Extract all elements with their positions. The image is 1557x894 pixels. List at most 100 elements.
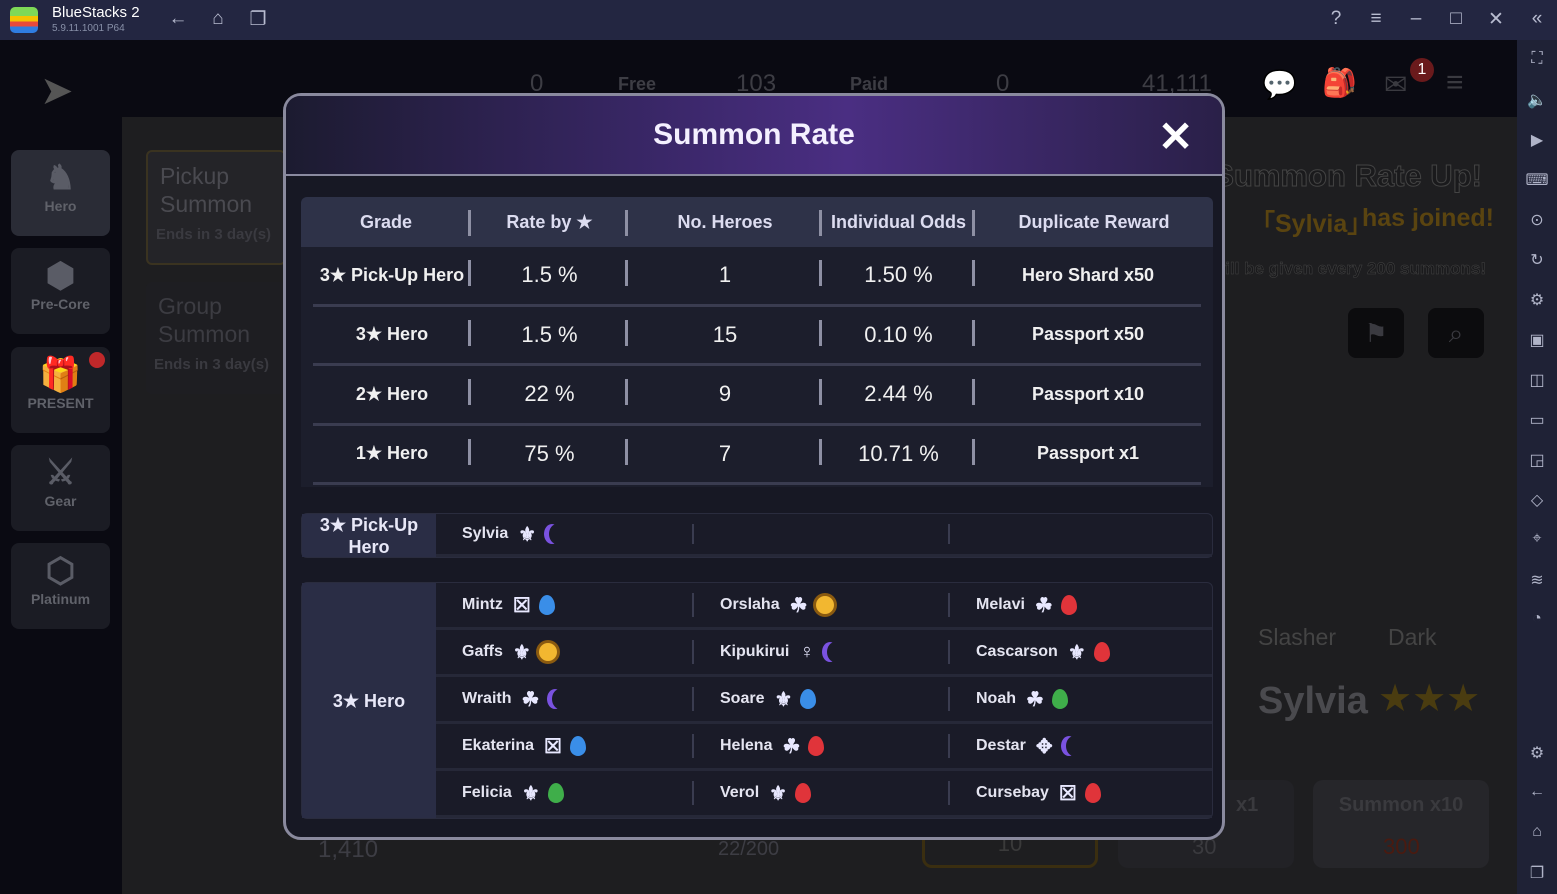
slasher-class-icon: ⚜ <box>512 641 531 664</box>
duplicate-reward-cell: Hero Shard x50 <box>1021 264 1155 285</box>
hero-count-cell: 1 <box>628 247 822 304</box>
water-element-icon <box>538 595 555 615</box>
slasher-class-icon: ⚜ <box>774 688 793 711</box>
dark-element-icon <box>1061 736 1077 756</box>
home-icon[interactable]: ⌂ <box>206 8 230 30</box>
odds-cell: 2.44 % <box>822 366 975 423</box>
location-icon[interactable]: ⌖ <box>1525 530 1549 548</box>
nature-element-icon <box>547 783 564 803</box>
android-home-icon[interactable]: ⌂ <box>1525 823 1549 841</box>
hero-preview-button[interactable]: ⚑ <box>1348 308 1404 358</box>
bag-icon[interactable]: 🎒 <box>1322 66 1357 99</box>
collapse-sidebar-icon[interactable]: « <box>1525 8 1549 30</box>
close-icon[interactable]: ✕ <box>1158 116 1193 158</box>
dark-element-icon <box>544 524 560 544</box>
pickup-hero-section: 3★ Pick-Up Hero Sylvia ⚜ <box>301 513 1213 558</box>
rate-table-header: Grade Rate by ★ No. Heroes Individual Od… <box>301 197 1213 247</box>
rate-row: 3★ Hero 1.5 % 15 0.10 % Passport x50 <box>313 307 1201 366</box>
empty-hero-slot <box>950 514 1212 557</box>
three-star-section: 3★ Hero Mintz ☒ Orslaha ☘ Melavi ☘ Gaffs ⚜ Kipuk… <box>301 582 1213 819</box>
mage-class-icon: ☘ <box>789 594 808 617</box>
pickup-summon-banner[interactable]: Pickup Summon Ends in 3 day(s) <box>146 150 286 265</box>
hero-entry: Verol ⚜ <box>694 771 950 818</box>
android-back-icon[interactable]: ← <box>1525 783 1549 801</box>
promo-line2b: 「Sylvia」 <box>1250 210 1373 238</box>
layers-icon[interactable]: ≋ <box>1525 570 1549 590</box>
star-rating: ★★★ <box>1378 678 1481 720</box>
pointer-icon[interactable]: ▶ <box>1525 130 1549 150</box>
three-star-label: 3★ Hero <box>302 583 436 818</box>
empty-hero-slot <box>694 514 950 557</box>
search-button[interactable]: ⌕ <box>1428 308 1484 358</box>
mail-icon[interactable]: ✉ <box>1384 68 1407 101</box>
nav-pre-core[interactable]: ⬢ Pre-Core <box>11 248 110 334</box>
speed-icon[interactable]: ◔ <box>1525 610 1549 628</box>
maximize-icon[interactable]: □ <box>1444 8 1468 30</box>
resize-icon[interactable]: ◲ <box>1525 450 1549 470</box>
dark-element-icon <box>822 642 838 662</box>
odds-cell: 0.10 % <box>822 307 975 364</box>
group-summon-banner[interactable]: Group Summon Ends in 3 day(s) <box>146 282 286 394</box>
hero-entry: Melavi ☘ <box>950 583 1212 630</box>
slasher-class-icon: ⚜ <box>521 782 540 805</box>
nav-platinum[interactable]: ⬡ Platinum <box>11 543 110 629</box>
rate-cell: 1.5 % <box>471 307 628 364</box>
screenshot-icon[interactable]: ◫ <box>1525 370 1549 390</box>
apk-icon[interactable]: ▣ <box>1525 330 1549 350</box>
hero-name: Cursebay <box>976 784 1049 801</box>
back-icon[interactable]: ← <box>166 8 190 30</box>
recent-apps-icon[interactable]: ❐ <box>1525 863 1549 883</box>
close-window-icon[interactable]: ✕ <box>1484 8 1508 31</box>
hero-name: Orslaha <box>720 596 780 613</box>
hero-name: Sylvia <box>462 525 509 542</box>
odds-cell: 1.50 % <box>822 247 975 304</box>
menu-icon[interactable]: ≡ <box>1364 8 1388 30</box>
nav-present[interactable]: 🎁 PRESENT <box>11 347 110 433</box>
rotate-icon[interactable]: ↻ <box>1525 250 1549 270</box>
summon-progress: 22/200 <box>718 838 780 860</box>
macro-icon[interactable]: ⊙ <box>1525 210 1549 230</box>
multi-instance-icon[interactable]: ❐ <box>246 8 270 31</box>
fire-element-icon <box>1060 595 1077 615</box>
app-version: 5.9.11.1001 P64 <box>52 23 125 34</box>
chat-icon[interactable]: 💬 <box>1262 68 1297 101</box>
hero-name: Wraith <box>462 690 512 707</box>
pickup-hero-grid: Sylvia ⚜ <box>436 514 1212 557</box>
hero-entry: Sylvia ⚜ <box>436 514 694 557</box>
keyboard-icon[interactable]: ⌨ <box>1525 170 1549 190</box>
three-star-hero-grid: Mintz ☒ Orslaha ☘ Melavi ☘ Gaffs ⚜ Kipukirui ♀ Cas… <box>436 583 1212 818</box>
mute-icon[interactable]: 🔈 <box>1525 90 1549 110</box>
summon-rate-dialog: Summon Rate ✕ Grade Rate by ★ No. Heroes… <box>283 93 1225 840</box>
folder-icon[interactable]: ▭ <box>1525 410 1549 430</box>
hero-entry: Gaffs ⚜ <box>436 630 694 677</box>
water-element-icon <box>569 736 586 756</box>
header-duplicate: Duplicate Reward <box>1018 211 1170 232</box>
hero-name: Verol <box>720 784 760 801</box>
fire-element-icon <box>795 783 812 803</box>
hero-name: Noah <box>976 690 1016 707</box>
eco-icon[interactable]: ◇ <box>1525 490 1549 510</box>
duplicate-reward-cell: Passport x1 <box>1036 443 1140 464</box>
water-element-icon <box>800 689 817 709</box>
main-menu-icon[interactable]: ≡ <box>1446 66 1464 100</box>
minimize-icon[interactable]: – <box>1404 8 1428 30</box>
help-icon[interactable]: ? <box>1324 8 1348 30</box>
nav-hero[interactable]: ♞ Hero <box>11 150 110 236</box>
nature-element-icon <box>1051 689 1068 709</box>
grade-cell: 2★ Hero <box>313 366 471 423</box>
summon-x10-button[interactable]: Summon x10 300 <box>1313 780 1489 868</box>
dialog-header: Summon Rate ✕ <box>286 96 1222 176</box>
fullscreen-icon[interactable]: ⛶ <box>1525 50 1549 68</box>
bluestacks-logo <box>10 7 38 33</box>
app-name: BlueStacks 2 <box>52 4 140 21</box>
nav-gear[interactable]: ⚔ Gear <box>11 445 110 531</box>
hero-name: Soare <box>720 690 765 707</box>
hero-name: Sylvia <box>1258 680 1368 722</box>
hero-name: Kipukirui <box>720 643 790 660</box>
shake-icon[interactable]: ⚙ <box>1525 290 1549 310</box>
mage-class-icon: ☘ <box>1026 688 1044 711</box>
grade-cell: 3★ Hero <box>313 307 471 364</box>
settings-icon[interactable]: ⚙ <box>1525 743 1549 763</box>
hero-entry: Orslaha ☘ <box>694 583 950 630</box>
game-back-icon[interactable]: ➤ <box>40 68 74 114</box>
